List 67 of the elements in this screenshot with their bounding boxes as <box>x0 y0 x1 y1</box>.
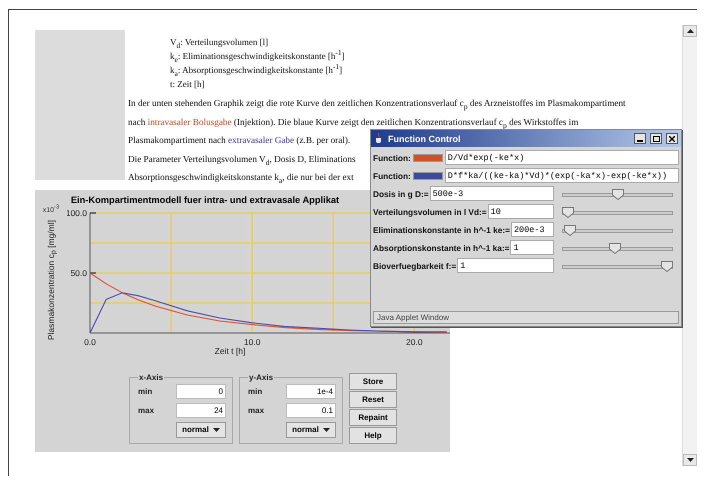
scale-dropdown[interactable]: normal <box>286 422 336 438</box>
max-input-field[interactable]: 24 <box>176 402 226 418</box>
close-button[interactable] <box>666 133 678 144</box>
slider-thumb[interactable] <box>608 242 621 254</box>
text-link[interactable]: extravasaler Gabe <box>228 135 294 145</box>
slider-thumb[interactable] <box>564 224 576 236</box>
maximize-button[interactable] <box>650 133 662 144</box>
parameter-label: Verteilungsvolumen in l Vd:= <box>373 206 487 216</box>
definition-text: k$_{a}$: Absorptionsgeschwindigkeitskonstante [h$^{-1}$] <box>169 63 344 77</box>
slider-thumb[interactable] <box>661 260 673 272</box>
scale-dropdown[interactable]: normal <box>176 422 226 438</box>
scroll-up-button[interactable] <box>683 25 697 37</box>
paragraph-line: nach intravasaler Bolusgabe (Injektion). Die blaue Kurve zeigt den zeitlichen Konzentrationsverlauf c$_{p}$ des Wirkstoffes im <box>128 116 578 131</box>
min-input-field[interactable]: 0 <box>176 384 226 400</box>
maximize-icon <box>652 136 660 142</box>
definition-text: t: Zeit [h] <box>169 78 206 91</box>
applet-button[interactable]: Help <box>349 426 397 444</box>
java-cup-icon <box>374 133 384 144</box>
up-arrow-icon <box>686 29 694 33</box>
y-tick-label: 50.0 <box>70 268 87 278</box>
x-tick-label: 20.0 <box>406 336 423 346</box>
max-input-field[interactable]: 0.1 <box>286 402 336 418</box>
field-label: min <box>248 387 264 396</box>
definition-text: V$_{d}$: Verteilungsvolumen [l] <box>169 36 270 49</box>
min-input-field[interactable]: 1e-4 <box>286 384 336 400</box>
parameter-input-field[interactable]: 200e-3 <box>510 222 554 237</box>
slider-thumb[interactable] <box>612 188 624 200</box>
scrollbar[interactable] <box>682 25 697 466</box>
paragraph-line: Plasmakompartiment nach extravasaler Gabe (z.B. per oral). <box>128 134 350 147</box>
parameter-input-field[interactable]: 500e-3 <box>430 186 554 201</box>
group-legend: x-Axis <box>138 372 164 382</box>
parameter-label: Bioverfuegbarkeit f:= <box>373 260 456 270</box>
window-title: Function Control <box>388 134 462 144</box>
slider-thumb[interactable] <box>562 206 574 218</box>
paragraph-line: Die Parameter Verteilungsvolumen V$_{d}$, Dosis D, Eliminations <box>128 152 356 168</box>
parameter-label: Absorptionskonstante in h^-1 ka:= <box>373 242 510 252</box>
down-arrow-icon <box>686 458 694 462</box>
close-icon <box>669 136 675 142</box>
parameter-input-field[interactable]: 10 <box>488 204 554 219</box>
function-label: Function: <box>373 170 411 180</box>
function-label: Function: <box>373 152 411 162</box>
text-link[interactable]: intravasaler Bolusgabe <box>148 116 232 126</box>
paragraph-line: Absorptionsgeschwindigkeitskonstante k$_{a}$, die nur bei der ext <box>128 171 354 186</box>
applet-button[interactable]: Repaint <box>349 408 397 426</box>
group-legend: y-Axis <box>248 372 274 382</box>
parameter-label: Eliminationskonstante in h^-1 ke:= <box>373 224 510 234</box>
parameter-input-field[interactable]: 1 <box>510 240 554 255</box>
function-input-field[interactable]: D*f*ka/((ke-ka)*Vd)*(exp(-ka*x)-exp(-ke*x)) <box>444 168 679 183</box>
parameter-input-field[interactable]: 1 <box>457 258 554 273</box>
caret-icon <box>212 428 220 432</box>
paragraph-line: In der unten stehenden Graphik zeigt die rote Kurve den zeitlichen Konzentrationsverlauf c$_{p}$ des Arzneistoffes im Plasmakompartiment <box>128 97 626 112</box>
caret-icon <box>322 428 330 432</box>
x-tick-label: 10.0 <box>244 336 260 346</box>
field-label: max <box>248 406 266 415</box>
status-bar: Java Applet Window <box>373 311 679 324</box>
field-label: max <box>138 406 156 415</box>
field-label: min <box>138 387 154 396</box>
x-axis-title: Zeit t [h] <box>214 346 246 356</box>
applet-button[interactable]: Reset <box>349 390 397 408</box>
applet-button[interactable]: Store <box>349 372 397 390</box>
chart-title: Ein-Kompartimentmodell fuer intra- und extravasale Applikat <box>70 194 340 204</box>
definition-text: k$_{e}$: Eliminationsgeschwindigkeitskonstante [h$^{-1}$] <box>169 49 346 63</box>
x-tick-label: 0.0 <box>84 336 96 346</box>
scroll-down-button[interactable] <box>683 454 697 466</box>
parameter-label: Dosis in g D:= <box>373 188 429 198</box>
minimize-button[interactable] <box>634 133 646 144</box>
function-input-field[interactable]: D/Vd*exp(-ke*x) <box>444 150 679 165</box>
